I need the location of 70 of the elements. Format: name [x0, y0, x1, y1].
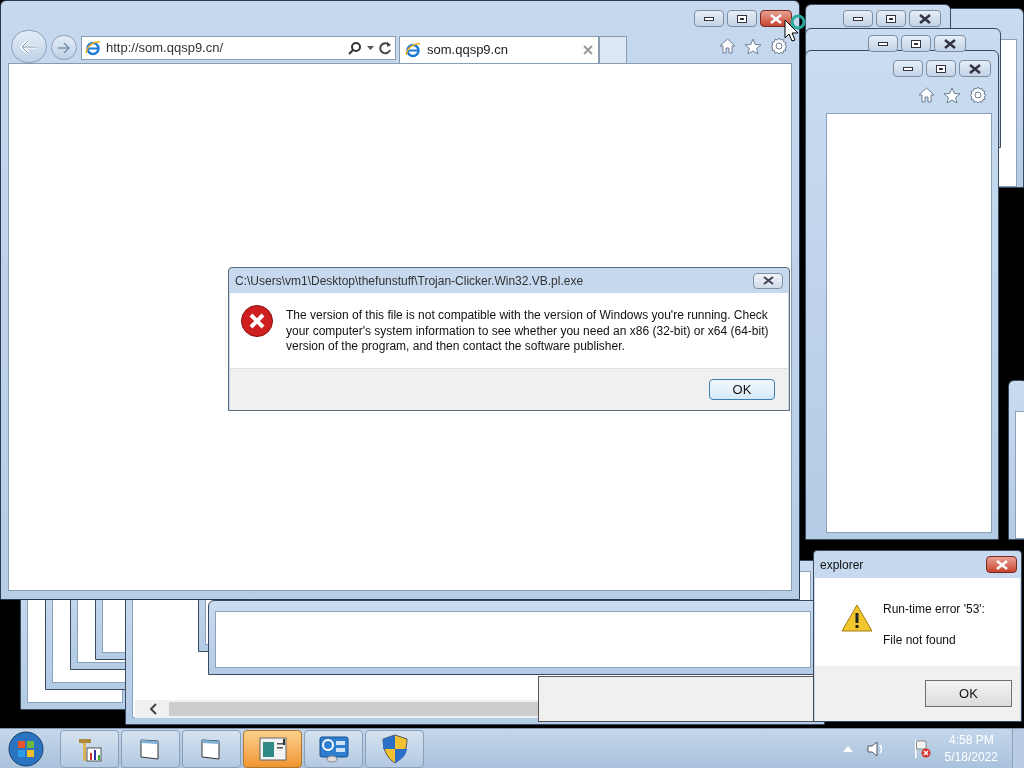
viewer-icon	[257, 735, 288, 762]
ok-button[interactable]: OK	[925, 680, 1012, 707]
browser-logo-icon	[85, 40, 101, 56]
address-bar[interactable]: http://som.qqsp9.cn/	[81, 36, 396, 60]
dialog-title: C:\Users\vm1\Desktop\thefunstuff\Trojan-Clicker.Win32.VB.pl.exe	[235, 272, 584, 290]
maximize-button[interactable]	[727, 10, 757, 27]
tab-logo-icon	[405, 42, 421, 58]
maximize-icon	[737, 14, 747, 23]
ok-button[interactable]: OK	[709, 379, 775, 400]
minimize-button[interactable]	[694, 10, 724, 27]
minimize-button[interactable]	[843, 10, 873, 27]
close-button[interactable]	[934, 35, 966, 52]
search-icon	[348, 41, 362, 55]
maximize-button[interactable]	[926, 60, 956, 77]
error-icon	[240, 304, 274, 338]
shield-icon	[381, 733, 408, 764]
close-icon	[770, 13, 782, 24]
minimize-button[interactable]	[868, 35, 898, 52]
warning-icon	[841, 604, 873, 632]
start-button[interactable]	[6, 729, 46, 768]
maximize-icon	[911, 39, 921, 48]
settings-icon	[969, 86, 987, 104]
address-text: http://som.qqsp9.cn/	[106, 39, 224, 58]
maximize-button[interactable]	[876, 10, 906, 27]
flag-icon[interactable]	[912, 738, 931, 759]
taskbar-item[interactable]	[304, 729, 363, 768]
control-panel-icon	[317, 734, 350, 763]
home-icon	[918, 87, 935, 103]
close-button[interactable]	[909, 10, 941, 27]
taskbar-item[interactable]	[60, 729, 119, 768]
close-icon	[919, 13, 931, 24]
tab-close-icon[interactable]	[583, 45, 593, 55]
horizontal-scrollbar[interactable]	[135, 700, 538, 718]
speaker-icon[interactable]	[866, 740, 885, 757]
close-icon	[969, 63, 981, 74]
taskbar-item[interactable]	[365, 729, 424, 768]
error-text: File not found	[883, 632, 957, 649]
close-icon	[995, 559, 1008, 570]
start-orb-icon	[8, 730, 44, 767]
error-message: The version of this file is not compatible with the version of Windows you're running. Check your computer's system information to see whether you need an x86 (32-bit) or x64 (64-bit) version of the program, and then contact the software publisher.	[286, 307, 770, 355]
close-button[interactable]	[986, 556, 1017, 573]
taskbar-item[interactable]	[182, 729, 241, 768]
star-icon	[943, 86, 961, 104]
minimize-icon	[903, 66, 913, 71]
error-text: Run-time error '53':	[883, 601, 985, 618]
star-icon	[744, 37, 762, 55]
settings-icon	[770, 37, 788, 55]
maximize-icon	[936, 64, 946, 73]
clock-date: 5/18/2022	[944, 748, 998, 766]
close-icon	[944, 38, 956, 49]
taskbar-item[interactable]	[121, 729, 180, 768]
back-arrow-icon	[19, 38, 39, 55]
tab-title: som.qqsp9.cn	[427, 41, 508, 60]
maximize-button[interactable]	[901, 35, 931, 52]
clock-time: 4:58 PM	[948, 731, 994, 749]
browser-tab[interactable]: som.qqsp9.cn	[399, 36, 599, 63]
minimize-icon	[853, 16, 863, 21]
taskbar-item[interactable]	[243, 729, 302, 768]
forward-arrow-icon	[57, 41, 71, 54]
dropdown-caret-icon	[367, 45, 374, 51]
close-icon	[762, 276, 774, 285]
minimize-icon	[878, 41, 888, 46]
close-button[interactable]	[959, 60, 991, 77]
dialog-title: explorer	[820, 556, 864, 574]
minimize-icon	[704, 16, 714, 21]
minimize-button[interactable]	[893, 60, 923, 77]
close-button[interactable]	[753, 272, 783, 289]
home-icon	[719, 38, 736, 54]
refresh-icon	[379, 41, 392, 55]
maximize-icon	[886, 14, 896, 23]
